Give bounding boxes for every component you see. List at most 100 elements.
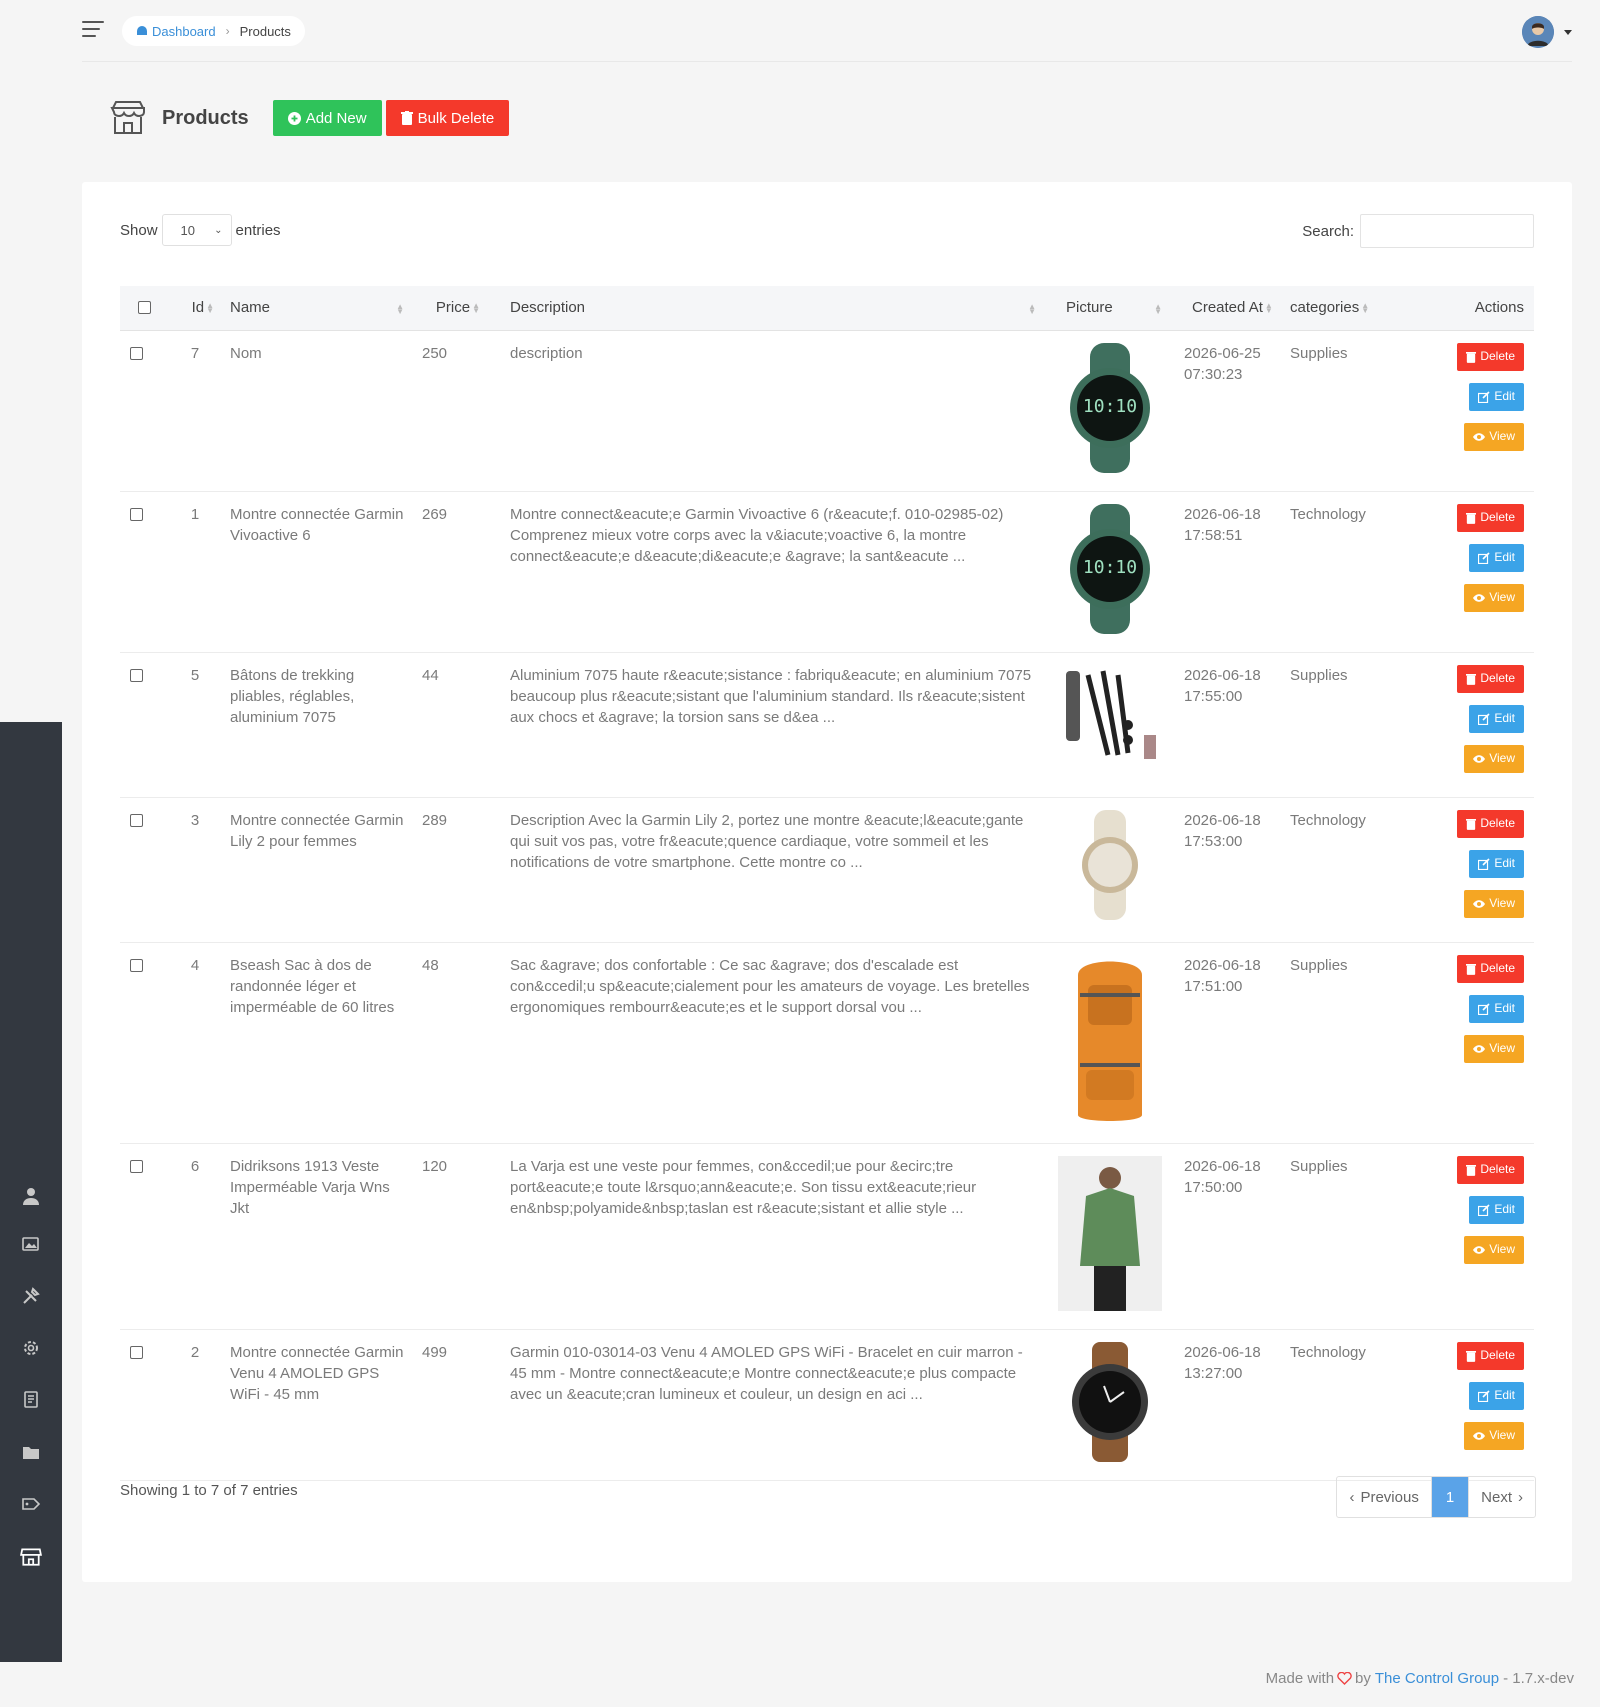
product-picture [1058,809,1162,926]
entries-length-control: Show 10 ⌄ entries [120,214,281,246]
row-created-time: 13:27:00 [1184,1364,1243,1382]
edit-button[interactable]: Edit [1469,1381,1524,1410]
breadcrumb-current: Products [239,23,291,39]
row-checkbox[interactable] [130,1345,143,1359]
product-picture [1058,1341,1162,1468]
sort-icon: ▲ ▼ [472,301,480,316]
images-icon[interactable] [19,1232,43,1256]
row-checkbox[interactable] [130,507,143,521]
delete-button[interactable]: Delete [1457,809,1524,838]
search-label: Search: [1302,222,1354,240]
previous-page-button[interactable]: ‹ Previous [1337,1477,1432,1517]
trash-icon [1466,1164,1477,1176]
column-header-price[interactable]: Price ▲ ▼ [414,286,488,331]
next-page-button[interactable]: Next › [1468,1477,1535,1517]
gear-icon[interactable] [19,1336,43,1360]
row-checkbox[interactable] [130,346,143,360]
row-description: Montre connect&eacute;e Garmin Vivoactiv… [488,491,1046,653]
column-header-picture[interactable]: Picture ▲ ▼ [1046,286,1172,331]
row-category: Supplies [1282,652,1394,798]
edit-icon [1478,712,1490,725]
delete-button[interactable]: Delete [1457,1341,1524,1370]
footer-company-link[interactable]: The Control Group [1375,1670,1499,1687]
column-header-description[interactable]: Description ▲ ▼ [488,286,1046,331]
edit-button[interactable]: Edit [1469,1195,1524,1224]
row-created-time: 17:55:00 [1184,687,1243,705]
edit-button[interactable]: Edit [1469,543,1524,572]
row-description: Sac &agrave; dos confortable : Ce sac &a… [488,942,1046,1144]
delete-button[interactable]: Delete [1457,1155,1524,1184]
row-price: 250 [414,330,488,492]
trash-icon [400,111,413,125]
column-header-name[interactable]: Name ▲ ▼ [222,286,414,331]
tag-icon[interactable] [19,1492,43,1516]
page-1-button[interactable]: 1 [1431,1477,1469,1517]
view-button[interactable]: View [1464,583,1524,612]
user-icon[interactable] [19,1184,43,1208]
table-row: 2 Montre connectée Garmin Venu 4 AMOLED … [120,1329,1534,1481]
sort-icon: ▲ ▼ [1028,302,1036,316]
row-created-time: 17:50:00 [1184,1178,1243,1196]
table-row: 3 Montre connectée Garmin Lily 2 pour fe… [120,797,1534,943]
breadcrumb-home-link[interactable]: Dashboard [136,24,216,39]
products-table-card: Show 10 ⌄ entries Search: Id ▲ ▼ Name ▲ ▼ Pr… [82,182,1572,1582]
row-name: Nom [222,330,414,492]
row-checkbox[interactable] [130,1159,143,1173]
edit-button[interactable]: Edit [1469,849,1524,878]
row-price: 120 [414,1143,488,1330]
edit-button[interactable]: Edit [1469,704,1524,733]
row-checkbox[interactable] [130,668,143,682]
store-icon[interactable] [19,1544,43,1568]
top-navbar: Dashboard › Products [82,0,1572,62]
view-button[interactable]: View [1464,422,1524,451]
view-button[interactable]: View [1464,1034,1524,1063]
view-button[interactable]: View [1464,889,1524,918]
menu-toggle-icon[interactable] [82,21,104,41]
tools-icon[interactable] [19,1284,43,1308]
table-row: 4 Bseash Sac à dos de randonnée léger et… [120,942,1534,1144]
select-all-checkbox[interactable] [138,301,151,315]
pages-icon[interactable] [19,1388,43,1412]
trash-icon [1466,673,1477,685]
add-new-button[interactable]: Add New [272,100,382,136]
heart-icon [1337,1672,1352,1685]
sort-icon: ▲ ▼ [396,302,404,316]
store-icon [110,101,145,134]
folder-icon[interactable] [19,1440,43,1464]
row-checkbox[interactable] [130,813,143,827]
trash-icon [1466,351,1477,363]
chevron-right-icon: › [225,24,230,38]
chevron-down-icon[interactable] [1564,30,1572,35]
row-name: Montre connectée Garmin Venu 4 AMOLED GP… [222,1329,414,1481]
column-header-categories[interactable]: categories ▲ ▼ [1282,286,1394,331]
search-input[interactable] [1360,214,1534,248]
delete-button[interactable]: Delete [1457,342,1524,371]
row-checkbox[interactable] [130,958,143,972]
column-header-id[interactable]: Id ▲ ▼ [168,286,222,331]
row-created-time: 17:58:51 [1184,526,1243,544]
column-header-created-at[interactable]: Created At ▲ ▼ [1172,286,1282,331]
row-category: Technology [1282,1329,1394,1481]
delete-button[interactable]: Delete [1457,954,1524,983]
eye-icon [1473,754,1486,764]
edit-button[interactable]: Edit [1469,382,1524,411]
entries-per-page-select[interactable]: 10 ⌄ [161,214,232,246]
row-price: 48 [414,942,488,1144]
avatar[interactable] [1522,16,1554,48]
row-id: 3 [168,797,222,943]
edit-button[interactable]: Edit [1469,994,1524,1023]
row-name: Bseash Sac à dos de randonnée léger et i… [222,942,414,1144]
view-button[interactable]: View [1464,1421,1524,1450]
row-name: Montre connectée Garmin Lily 2 pour femm… [222,797,414,943]
row-description: La Varja est une veste pour femmes, con&… [488,1143,1046,1330]
view-button[interactable]: View [1464,744,1524,773]
delete-button[interactable]: Delete [1457,503,1524,532]
bulk-delete-button[interactable]: Bulk Delete [385,100,510,136]
page-title: Products [162,106,249,129]
edit-icon [1478,857,1490,870]
sort-icon: ▲ ▼ [1361,301,1370,316]
view-button[interactable]: View [1464,1235,1524,1264]
delete-button[interactable]: Delete [1457,664,1524,693]
svg-text:10:10: 10:10 [1083,396,1137,417]
sort-icon: ▲ ▼ [1154,302,1162,316]
